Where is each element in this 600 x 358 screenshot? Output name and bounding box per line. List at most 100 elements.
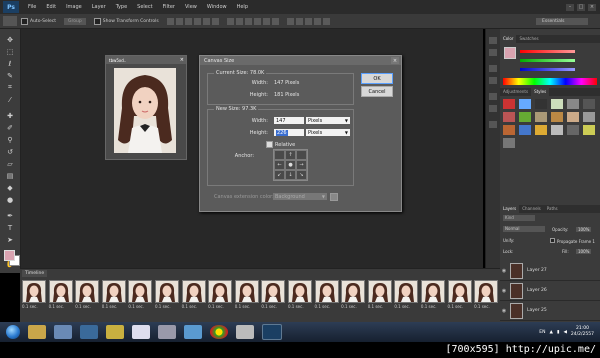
width-input[interactable]: 147 [274, 117, 304, 124]
clone-source-panel-icon[interactable] [489, 105, 497, 112]
tab-styles[interactable]: Styles [531, 88, 550, 96]
style-swatch[interactable] [551, 99, 563, 109]
clock[interactable]: 21:00 24/2/2557 [571, 326, 594, 338]
tab-paths[interactable]: Paths [544, 205, 561, 213]
layer-row[interactable]: ◉ Layer 25 [500, 301, 600, 321]
menu-file[interactable]: File [23, 4, 41, 10]
info-panel-icon[interactable] [489, 65, 497, 72]
chrome-icon[interactable] [210, 325, 228, 339]
dialog-title-bar[interactable]: Canvas Size × [200, 56, 401, 65]
frame-delay[interactable]: 0.1 sec. [394, 304, 418, 309]
frame-delay[interactable]: 0.1 sec. [341, 304, 365, 309]
anchor-right[interactable]: → [296, 160, 307, 170]
eraser-tool-icon[interactable]: ▱ [4, 159, 16, 168]
extension-color-swatch[interactable] [330, 193, 338, 201]
frame-delay[interactable]: 0.1 sec. [102, 304, 126, 309]
language-indicator[interactable]: EN [539, 330, 545, 335]
relative-option[interactable]: Relative [266, 141, 295, 148]
style-swatch[interactable] [519, 125, 531, 135]
distribute-right-icon[interactable] [271, 17, 279, 25]
photoshop-taskbar-icon[interactable] [262, 324, 282, 340]
frame-delay[interactable]: 0.1 sec. [155, 304, 179, 309]
anchor-center[interactable]: ● [285, 160, 296, 170]
frame-delay[interactable]: 0.1 sec. [75, 304, 99, 309]
timeline-frame[interactable]: 0.1 sec. [128, 280, 153, 310]
minimize-icon[interactable]: – [566, 3, 574, 11]
pen-tool-icon[interactable]: ✒ [4, 211, 16, 220]
timeline-frame[interactable]: 0.1 sec. [341, 280, 366, 310]
frame-delay[interactable]: 0.1 sec. [474, 304, 498, 309]
3d-roll-icon[interactable] [295, 17, 303, 25]
photos-app-icon[interactable] [54, 325, 72, 339]
crop-tool-icon[interactable]: ⌗ [4, 83, 16, 92]
blend-mode-select[interactable]: Normal [503, 226, 545, 232]
show-transform-group[interactable]: Show Transform Controls [93, 17, 159, 25]
timeline-tab[interactable]: Timeline [22, 270, 48, 277]
properties-panel-icon[interactable] [489, 49, 497, 56]
style-swatch[interactable] [567, 99, 579, 109]
tab-channels[interactable]: Channels [519, 205, 544, 213]
timeline-frame[interactable]: 0.1 sec. [367, 280, 392, 310]
anchor-top-right[interactable] [296, 150, 307, 160]
timeline-frame[interactable]: 0.1 sec. [101, 280, 126, 310]
anchor-top-left[interactable] [274, 150, 285, 160]
frame-delay[interactable]: 0.1 sec. [421, 304, 445, 309]
frame-delay[interactable]: 0.1 sec. [235, 304, 259, 309]
tab-layers[interactable]: Layers [500, 205, 520, 213]
style-swatch[interactable] [583, 125, 595, 135]
path-selection-tool-icon[interactable]: ➤ [4, 235, 16, 244]
timeline-frame[interactable]: 0.1 sec. [394, 280, 419, 310]
menu-select[interactable]: Select [132, 4, 157, 10]
align-center-icon[interactable] [202, 17, 210, 25]
menu-window[interactable]: Window [202, 4, 232, 10]
timeline-frame[interactable]: 0.1 sec. [234, 280, 259, 310]
distribute-bottom-icon[interactable] [244, 17, 252, 25]
timeline-frame[interactable]: 0.1 sec. [447, 280, 472, 310]
timeline-frame[interactable]: 0.1 sec. [474, 280, 499, 310]
tray-arrow-icon[interactable]: ▲ [550, 330, 553, 335]
show-transform-checkbox[interactable] [93, 17, 101, 25]
folder-icon[interactable] [106, 325, 124, 339]
distribute-left-icon[interactable] [253, 17, 261, 25]
frame-delay[interactable]: 0.1 sec. [448, 304, 472, 309]
timeline-frame[interactable]: 0.1 sec. [22, 280, 46, 310]
width-unit-select[interactable]: Pixels ▼ [306, 117, 350, 124]
color-panel-fg-swatch[interactable] [504, 47, 516, 59]
frame-delay[interactable]: 0.1 sec. [49, 304, 73, 309]
anchor-bottom-right[interactable]: ↘ [296, 170, 307, 180]
eye-icon[interactable]: ◉ [500, 308, 508, 314]
menu-filter[interactable]: Filter [158, 4, 180, 10]
move-tool-preset-icon[interactable] [3, 16, 17, 26]
frame-delay[interactable]: 0.1 sec. [128, 304, 152, 309]
anchor-bottom-left[interactable]: ↙ [274, 170, 285, 180]
align-bottom-icon[interactable] [184, 17, 192, 25]
style-swatch[interactable] [535, 112, 547, 122]
style-swatch[interactable] [519, 99, 531, 109]
eye-icon[interactable]: ◉ [500, 288, 508, 294]
dialog-close-icon[interactable]: × [391, 57, 399, 64]
menu-edit[interactable]: Edit [41, 4, 61, 10]
paint-app-icon[interactable] [236, 325, 254, 339]
menu-help[interactable]: Help [232, 4, 253, 10]
timeline-frame[interactable]: 0.1 sec. [181, 280, 206, 310]
timeline-frame[interactable]: 0.1 sec. [75, 280, 100, 310]
color-spectrum-bar[interactable] [503, 78, 597, 85]
blue-slider[interactable] [520, 68, 575, 71]
document-canvas-image[interactable] [114, 68, 176, 153]
distribute-middle-icon[interactable] [235, 17, 243, 25]
document-tab[interactable]: tbw5xd.. × [106, 56, 186, 64]
distribute-top-icon[interactable] [226, 17, 234, 25]
style-swatch[interactable] [551, 112, 563, 122]
frame-delay[interactable]: 0.1 sec. [22, 304, 46, 309]
red-slider[interactable] [520, 50, 575, 53]
opacity-value[interactable]: 100% [576, 227, 592, 232]
extension-color-select[interactable]: Background ▼ [273, 193, 327, 200]
align-top-icon[interactable] [166, 17, 174, 25]
remote-desktop-icon[interactable] [184, 325, 202, 339]
frame-delay[interactable]: 0.1 sec. [315, 304, 339, 309]
anchor-bottom[interactable]: ↓ [285, 170, 296, 180]
green-slider[interactable] [520, 59, 575, 62]
gradient-tool-icon[interactable]: ▤ [4, 171, 16, 180]
network-icon[interactable]: ▮ [557, 330, 559, 335]
menu-image[interactable]: Image [61, 4, 87, 10]
